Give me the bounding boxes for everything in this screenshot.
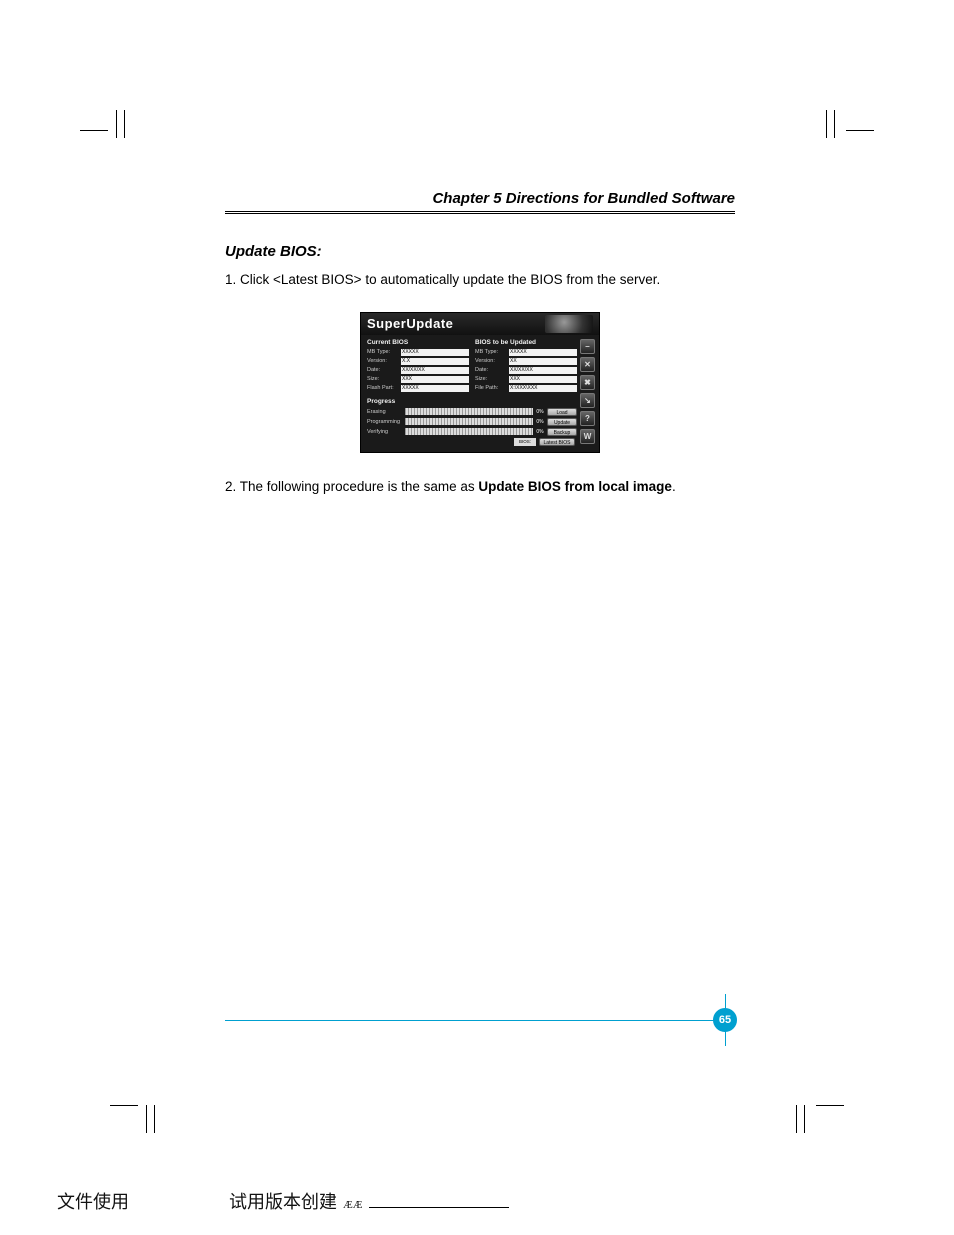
chapter-rule bbox=[225, 211, 735, 215]
current-bios-heading: Current BIOS bbox=[367, 339, 469, 346]
bios-tag: BIOS: bbox=[514, 438, 536, 446]
w-icon[interactable]: W bbox=[580, 429, 595, 444]
step-2-bold: Update BIOS from local image bbox=[478, 479, 672, 494]
date-label-right: Date: bbox=[475, 367, 507, 373]
updated-bios-heading: BIOS to be Updated bbox=[475, 339, 577, 346]
crop-mark-tl bbox=[80, 110, 140, 150]
load-button[interactable]: Load bbox=[547, 408, 577, 416]
crop-mark-bl bbox=[110, 1095, 170, 1135]
programming-pct: 0% bbox=[535, 419, 545, 425]
version-label-left: Version: bbox=[367, 358, 399, 364]
watermark-underline bbox=[369, 1207, 509, 1208]
step-2-pre: 2. The following procedure is the same a… bbox=[225, 479, 478, 494]
page-footer: 65 bbox=[225, 1020, 735, 1021]
step-1-text: 1. Click <Latest BIOS> to automatically … bbox=[225, 270, 735, 290]
size-label-right: Size: bbox=[475, 376, 507, 382]
file-value-right: X:\XXX\XXX bbox=[509, 385, 577, 392]
size-value-right: XXX bbox=[509, 376, 577, 383]
superupdate-title-text: SuperUpdate bbox=[367, 316, 453, 331]
watermark-right: 试用版本创建 bbox=[229, 1188, 337, 1214]
version-value-left: X.X bbox=[401, 358, 469, 365]
watermark-glyph: ÆÆ bbox=[343, 1199, 363, 1211]
close-icon[interactable]: ✕ bbox=[580, 357, 595, 372]
mbtype-value-left: XXXXX bbox=[401, 349, 469, 356]
step-2-post: . bbox=[672, 479, 676, 494]
erasing-pct: 0% bbox=[535, 409, 545, 415]
pdf-watermark: 文件使用 试用版本创建 ÆÆ bbox=[57, 1188, 577, 1214]
latest-bios-button[interactable]: Latest BIOS bbox=[539, 438, 575, 446]
crop-mark-br bbox=[784, 1095, 844, 1135]
date-value-right: XX/XX/XX bbox=[509, 367, 577, 374]
tools-icon[interactable]: ✖ bbox=[580, 375, 595, 390]
size-label-left: Size: bbox=[367, 376, 399, 382]
crop-mark-tr bbox=[814, 110, 874, 150]
erasing-label: Erasing bbox=[367, 409, 403, 415]
chapter-title: Chapter 5 Directions for Bundled Softwar… bbox=[225, 190, 735, 207]
help-icon[interactable]: ? bbox=[580, 411, 595, 426]
update-button[interactable]: Update bbox=[547, 418, 577, 426]
footer-rule: 65 bbox=[225, 1020, 735, 1021]
section-heading: Update BIOS: bbox=[225, 243, 735, 260]
flash-label-left: Flash Part: bbox=[367, 385, 399, 391]
superupdate-logo-graphic bbox=[545, 315, 593, 333]
page-content: Chapter 5 Directions for Bundled Softwar… bbox=[225, 190, 735, 506]
file-label-right: File Path: bbox=[475, 385, 507, 391]
version-value-right: XX bbox=[509, 358, 577, 365]
programming-progressbar bbox=[405, 418, 533, 425]
mbtype-value-right: XXXXX bbox=[509, 349, 577, 356]
erasing-progressbar bbox=[405, 408, 533, 415]
step-2-text: 2. The following procedure is the same a… bbox=[225, 477, 735, 497]
superupdate-screenshot: SuperUpdate Current BIOS MB Type:XXXXX V… bbox=[360, 312, 600, 453]
superupdate-titlebar: SuperUpdate bbox=[361, 313, 599, 335]
verifying-label: Verifying bbox=[367, 429, 403, 435]
watermark-left: 文件使用 bbox=[57, 1188, 129, 1214]
date-label-left: Date: bbox=[367, 367, 399, 373]
link-icon[interactable]: ↘ bbox=[580, 393, 595, 408]
version-label-right: Version: bbox=[475, 358, 507, 364]
mbtype-label-right: MB Type: bbox=[475, 349, 507, 355]
backup-button[interactable]: Backup bbox=[547, 428, 577, 436]
programming-label: Programming bbox=[367, 419, 403, 425]
page-number-badge: 65 bbox=[713, 1008, 737, 1032]
size-value-left: XXX bbox=[401, 376, 469, 383]
verifying-progressbar bbox=[405, 428, 533, 435]
mbtype-label-left: MB Type: bbox=[367, 349, 399, 355]
minimize-icon[interactable]: – bbox=[580, 339, 595, 354]
flash-value-left: XXXXX bbox=[401, 385, 469, 392]
verifying-pct: 0% bbox=[535, 429, 545, 435]
date-value-left: XX/XX/XX bbox=[401, 367, 469, 374]
progress-heading: Progress bbox=[367, 398, 577, 405]
